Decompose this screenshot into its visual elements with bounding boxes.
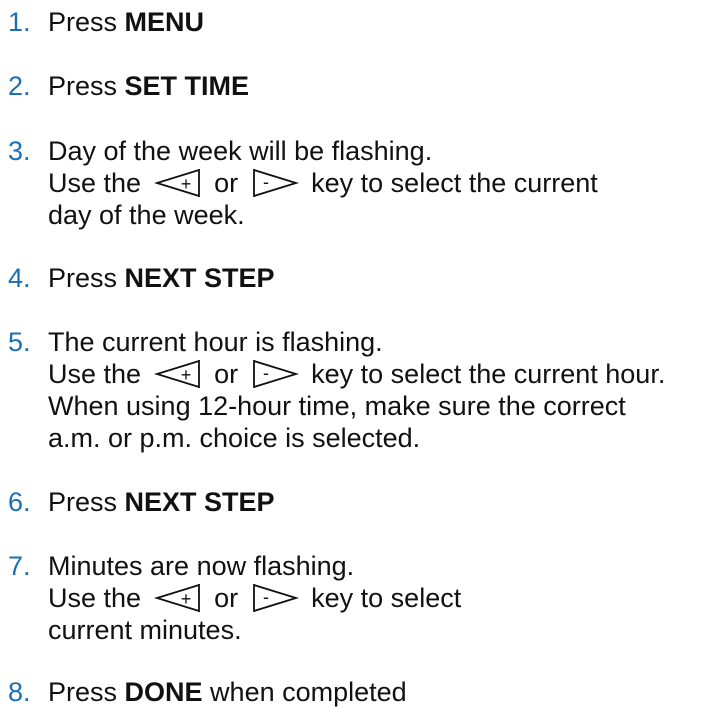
plus-key-symbol: + <box>180 174 191 194</box>
step-text: Use the <box>48 168 142 198</box>
set-time-button-label: SET TIME <box>124 71 250 101</box>
step-text: or <box>214 359 239 389</box>
minus-key-symbol: - <box>263 587 269 607</box>
step-line: Press NEXT STEP <box>48 486 275 518</box>
step-text: or <box>214 168 239 198</box>
step-text: key to select <box>311 583 462 613</box>
step-text: Press <box>48 71 125 101</box>
minus-key-icon: - <box>250 168 300 205</box>
minus-key-symbol: - <box>263 363 269 383</box>
step-line: When using 12-hour time, make sure the c… <box>48 391 626 421</box>
plus-key-symbol: + <box>180 589 191 609</box>
step-line: a.m. or p.m. choice is selected. <box>48 423 421 453</box>
step-number: 5. <box>8 327 31 357</box>
step-line: Press MENU <box>48 6 204 38</box>
step-line: Day of the week will be flashing. <box>48 136 433 166</box>
step-text: key to select the current <box>311 168 598 198</box>
next-step-button-label: NEXT STEP <box>124 263 275 293</box>
step-text: Press <box>48 677 125 707</box>
step-text: key to select the current hour. <box>311 359 666 389</box>
minus-key-icon: - <box>250 583 300 620</box>
step-line: Press NEXT STEP <box>48 262 275 294</box>
step-number: 3. <box>8 136 31 166</box>
next-step-button-label: NEXT STEP <box>124 487 275 517</box>
step-number: 7. <box>8 551 31 581</box>
step-number: 6. <box>8 487 31 517</box>
step-line: Minutes are now flashing. <box>48 551 355 581</box>
step-line: Use the + or - key to select <box>48 582 461 614</box>
step-number: 8. <box>8 677 31 707</box>
step-line: Use the + or - key to select the current <box>48 167 598 199</box>
step-text: Press <box>48 7 125 37</box>
step-line: The current hour is flashing. <box>48 327 383 357</box>
step-number: 1. <box>8 7 31 37</box>
step-text: Use the <box>48 359 142 389</box>
step-text: or <box>214 583 239 613</box>
step-number: 2. <box>8 71 31 101</box>
step-text: Press <box>48 487 125 517</box>
step-text: when completed <box>202 677 407 707</box>
step-text: Press <box>48 263 125 293</box>
done-button-label: DONE <box>124 677 203 707</box>
step-line: day of the week. <box>48 200 245 230</box>
plus-key-symbol: + <box>180 365 191 385</box>
menu-button-label: MENU <box>124 7 205 37</box>
step-text: Use the <box>48 583 142 613</box>
step-line: Use the + or - key to select the current… <box>48 358 665 390</box>
step-number: 4. <box>8 263 31 293</box>
step-line: Press DONE when completed <box>48 676 407 708</box>
step-line: Press SET TIME <box>48 70 249 102</box>
minus-key-symbol: - <box>263 172 269 192</box>
